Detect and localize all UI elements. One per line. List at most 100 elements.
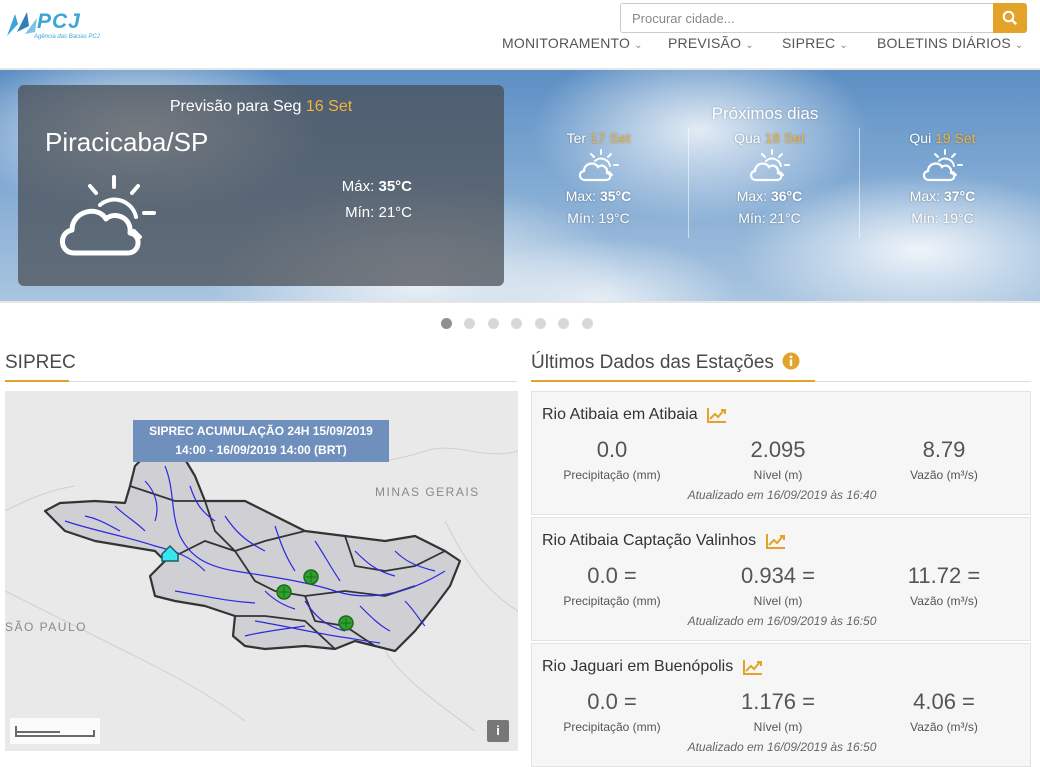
chevron-down-icon: ⌄ (1014, 40, 1024, 51)
map-label-line2: 14:00 - 16/09/2019 14:00 (BRT) (175, 443, 347, 457)
station-card: Rio Atibaia Captação Valinhos 0.0 = 0.93… (531, 517, 1031, 641)
chevron-down-icon: ⌄ (839, 40, 848, 51)
updated-timestamp: Atualizado em 16/09/2019 às 16:40 (687, 488, 877, 502)
next-day-3: Qui 19 Set Max: 37°C Mín: 19°C (857, 130, 1028, 240)
chevron-down-icon: ⌄ (634, 40, 643, 51)
station-name: Rio Atibaia em Atibaia (542, 406, 698, 423)
next-day-2: Qua 18 Set Max: 36°C Mín: 21°C (684, 130, 855, 240)
precip-label: Precipitação (mm) (563, 720, 661, 734)
today-forecast-panel: Previsão para Seg 16 Set Piracicaba/SP M… (18, 85, 504, 286)
min-label: Mín: (911, 210, 939, 226)
siprec-section-title: SIPREC (5, 352, 76, 373)
section-underline (531, 380, 815, 382)
next-days-title: Próximos dias (711, 104, 819, 123)
vazao-label: Vazão (m³/s) (910, 720, 978, 734)
weekday: Ter (566, 130, 587, 146)
info-icon[interactable] (782, 352, 800, 370)
nivel-value: 2.095 (750, 437, 806, 462)
precip-label: Precipitação (mm) (563, 468, 661, 482)
min-label: Mín: (738, 210, 766, 226)
search-button[interactable] (993, 3, 1027, 33)
nivel-value: 0.934 = (740, 563, 815, 588)
station-marker-icon[interactable] (338, 615, 354, 631)
nivel-label: Nível (m) (753, 720, 803, 734)
carousel-dot[interactable] (464, 318, 475, 329)
day-date: 17 Set (589, 130, 631, 146)
city-search-input[interactable] (620, 3, 994, 33)
nav-label: BOLETINS DIÁRIOS (877, 35, 1011, 51)
updated-timestamp: Atualizado em 16/09/2019 às 16:50 (687, 740, 877, 754)
nav-boletins[interactable]: BOLETINS DIÁRIOS ⌄ (877, 35, 1024, 53)
forecast-title: Previsão para Seg 16 Set (18, 98, 504, 116)
carousel-dot[interactable] (488, 318, 499, 329)
pcj-logo[interactable]: PCJ Agência das Bacias PCJ (5, 6, 100, 44)
partly-cloudy-icon (922, 149, 963, 182)
carousel-dot[interactable] (535, 318, 546, 329)
next-day-1: Ter 17 Set Max: 35°C Mín: 19°C (513, 130, 684, 240)
site-header: PCJ Agência das Bacias PCJ MONITORAMENTO… (0, 0, 1040, 68)
vazao-value: 11.72 = (907, 563, 981, 588)
forecast-title-prefix: Previsão para Seg (169, 98, 302, 115)
partly-cloudy-icon (60, 175, 156, 256)
nav-previsao[interactable]: PREVISÃO ⌄ (668, 35, 754, 53)
forecast-carousel[interactable]: Previsão para Seg 16 Set Piracicaba/SP M… (0, 68, 1040, 303)
city-name: Piracicaba/SP (45, 127, 209, 157)
scale-bar-icon (15, 726, 95, 737)
trend-chart-icon[interactable] (765, 533, 786, 549)
carousel-dot[interactable] (582, 318, 593, 329)
trend-chart-icon[interactable] (742, 659, 763, 675)
section-divider (5, 381, 517, 382)
forecast-title-date: 16 Set (305, 98, 353, 115)
map-accumulation-label: SIPREC ACUMULAÇÃO 24H 15/09/2019 14:00 -… (133, 420, 389, 462)
max-label: Max: (565, 188, 597, 204)
map-region-sp: SÃO PAULO (5, 620, 87, 634)
today-min: Mín: 21°C (345, 204, 412, 221)
precip-value: 0.0 (596, 437, 628, 462)
max-label: Max: (736, 188, 768, 204)
vazao-value: 8.79 (922, 437, 966, 462)
nav-label: PREVISÃO (668, 35, 742, 51)
precip-value: 0.0 = (587, 689, 637, 714)
vazao-label: Vazão (m³/s) (910, 468, 978, 482)
station-card: Rio Jaguari em Buenópolis 0.0 = 1.176 = … (531, 643, 1031, 767)
station-name-row: Rio Atibaia Captação Valinhos (542, 532, 786, 550)
updated-timestamp: Atualizado em 16/09/2019 às 16:50 (687, 614, 877, 628)
min-value: 21°C (378, 204, 412, 221)
max-value: 35°C (378, 178, 412, 195)
nav-monitoramento[interactable]: MONITORAMENTO ⌄ (502, 35, 643, 53)
nav-siprec[interactable]: SIPREC ⌄ (782, 35, 848, 53)
station-name: Rio Atibaia Captação Valinhos (542, 532, 757, 549)
max-value: 35°C (599, 188, 632, 204)
station-marker-icon[interactable] (276, 584, 292, 600)
weekday: Qua (734, 130, 761, 146)
nivel-label: Nível (m) (753, 594, 803, 608)
precip-value: 0.0 = (587, 563, 637, 588)
day-date: 19 Set (935, 130, 976, 146)
min-value: 19°C (942, 210, 974, 226)
map-label-line1: SIPREC ACUMULAÇÃO 24H 15/09/2019 (149, 424, 373, 438)
carousel-dot[interactable] (441, 318, 452, 329)
today-max: Máx: 35°C (342, 178, 412, 195)
min-value: 19°C (598, 210, 630, 226)
station-name: Rio Jaguari em Buenópolis (542, 658, 734, 675)
nivel-value: 1.176 = (740, 689, 815, 714)
precip-label: Precipitação (mm) (563, 594, 661, 608)
min-label: Mín: (567, 210, 595, 226)
vazao-label: Vazão (m³/s) (910, 594, 978, 608)
stations-section-title: Últimos Dados das Estações (531, 352, 800, 374)
carousel-dot[interactable] (558, 318, 569, 329)
vazao-value: 4.06 = (913, 689, 975, 714)
map-info-button[interactable]: i (487, 720, 509, 742)
stations-title-text: Últimos Dados das Estações (531, 352, 774, 373)
trend-chart-icon[interactable] (707, 407, 727, 423)
max-value: 37°C (943, 188, 976, 204)
partly-cloudy-icon (749, 149, 790, 182)
max-label: Max: (909, 188, 941, 204)
max-value: 36°C (770, 188, 803, 204)
min-label: Mín: (345, 204, 375, 221)
day-date: 18 Set (764, 130, 805, 146)
carousel-dot[interactable] (511, 318, 522, 329)
max-label: Máx: (341, 178, 375, 195)
station-marker-icon[interactable] (303, 569, 319, 585)
min-value: 21°C (769, 210, 801, 226)
